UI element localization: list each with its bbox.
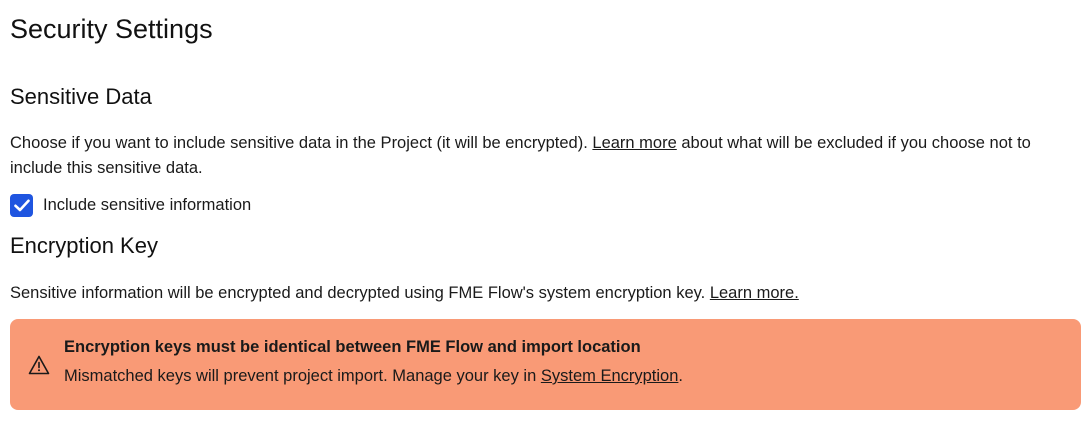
sensitive-data-description: Choose if you want to include sensitive …	[10, 131, 1082, 181]
encryption-key-description: Sensitive information will be encrypted …	[10, 281, 1082, 306]
encryption-learn-more-link[interactable]: Learn more.	[710, 284, 799, 302]
alert-title: Encryption keys must be identical betwee…	[64, 338, 641, 356]
alert-body-period: .	[678, 367, 684, 385]
encryption-key-description-text: Sensitive information will be encrypted …	[10, 284, 710, 302]
include-sensitive-checkbox[interactable]	[10, 194, 33, 217]
warning-triangle-icon	[28, 355, 50, 375]
system-encryption-link[interactable]: System Encryption	[541, 367, 679, 385]
encryption-key-heading: Encryption Key	[10, 233, 158, 258]
alert-body: Mismatched keys will prevent project imp…	[64, 367, 683, 386]
include-sensitive-row[interactable]: Include sensitive information	[10, 194, 251, 217]
alert-body-text: Mismatched keys will prevent project imp…	[64, 367, 541, 385]
include-sensitive-label[interactable]: Include sensitive information	[43, 196, 251, 215]
learn-more-link[interactable]: Learn more	[592, 134, 676, 152]
checkmark-icon	[13, 199, 30, 212]
encryption-warning-alert: Encryption keys must be identical betwee…	[10, 319, 1081, 410]
sensitive-data-heading: Sensitive Data	[10, 84, 152, 109]
sensitive-data-description-start: Choose if you want to include sensitive …	[10, 134, 593, 152]
page-title: Security Settings	[10, 14, 213, 44]
